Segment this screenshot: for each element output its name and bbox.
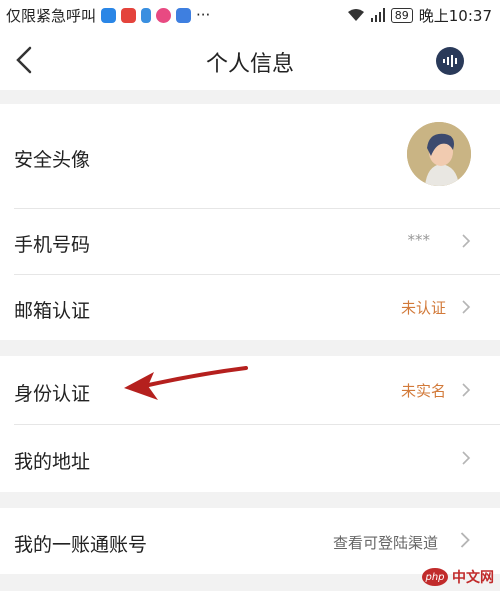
more-notifications-icon: ··· <box>196 6 211 24</box>
php-logo: php <box>422 568 448 586</box>
identity-status: 未实名 <box>400 382 446 400</box>
address-label: 我的地址 <box>14 451 91 473</box>
voice-icon <box>443 55 457 67</box>
email-status: 未认证 <box>400 299 446 317</box>
phone-row[interactable]: 手机号码 *** <box>0 209 500 274</box>
email-row[interactable]: 邮箱认证 未认证 <box>0 275 500 340</box>
signal-icon <box>370 8 385 22</box>
nav-bar: 个人信息 <box>0 30 500 90</box>
page-title: 个人信息 <box>205 52 294 77</box>
chevron-right-icon <box>462 383 471 397</box>
avatar-image <box>407 122 471 186</box>
site-watermark: php 中文网 <box>422 567 494 587</box>
status-bar: 仅限紧急呼叫 ··· 89 晚上10:37 <box>0 0 500 30</box>
chevron-right-icon <box>462 234 471 248</box>
address-row[interactable]: 我的地址 <box>0 425 500 492</box>
linked-account-value: 查看可登陆渠道 <box>332 534 438 552</box>
app-notification-icon <box>141 7 152 23</box>
chevron-right-icon <box>462 451 471 465</box>
watermark-text: 中文网 <box>452 570 494 586</box>
app-notification-icon <box>121 7 137 23</box>
battery-icon: 89 <box>390 7 413 23</box>
avatar[interactable] <box>407 122 471 186</box>
email-label: 邮箱认证 <box>14 300 91 322</box>
linked-account-row[interactable]: 我的一账通账号 查看可登陆渠道 <box>0 508 500 574</box>
chevron-right-icon <box>462 300 471 314</box>
phone-value: *** <box>407 231 431 249</box>
linked-account-label: 我的一账通账号 <box>14 534 148 556</box>
carrier-text: 仅限紧急呼叫 <box>6 6 97 25</box>
phone-label: 手机号码 <box>14 234 91 256</box>
wifi-icon <box>347 9 364 21</box>
voice-assistant-button[interactable] <box>436 47 464 75</box>
app-notification-icon <box>101 7 117 23</box>
clock-text: 晚上10:37 <box>418 6 492 25</box>
identity-label: 身份认证 <box>14 383 91 405</box>
avatar-label: 安全头像 <box>14 149 91 171</box>
red-arrow-annotation <box>124 366 248 400</box>
chevron-right-icon <box>460 532 470 548</box>
app-notification-icon <box>176 7 192 23</box>
app-notification-icon <box>156 7 172 23</box>
